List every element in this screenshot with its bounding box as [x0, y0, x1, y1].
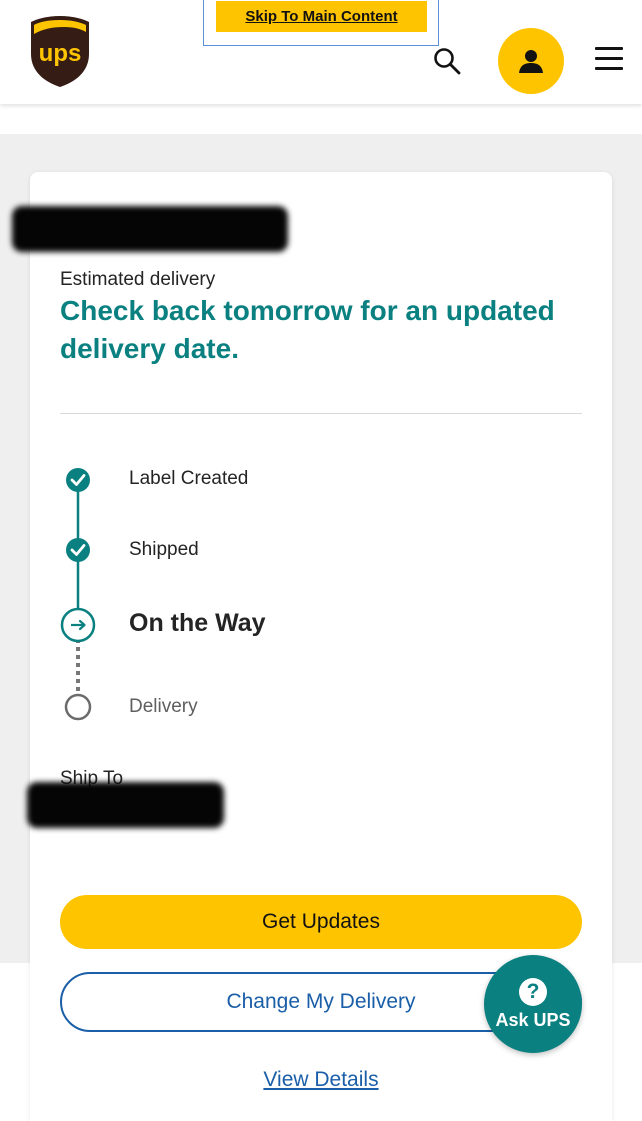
redacted-tracking-number	[12, 206, 288, 252]
ask-ups-label: Ask UPS	[495, 1009, 571, 1030]
get-updates-button[interactable]: Get Updates	[60, 895, 582, 949]
ups-logo[interactable]: ups	[29, 14, 91, 88]
estimated-delivery-label: Estimated delivery	[60, 269, 216, 290]
user-icon	[519, 50, 543, 73]
step-label-created: Label Created	[129, 468, 249, 489]
step-delivery: Delivery	[129, 696, 198, 717]
logo-wordmark: ups	[39, 40, 82, 67]
step-check-icon	[66, 468, 90, 492]
account-button[interactable]	[498, 28, 564, 94]
step-on-the-way: On the Way	[129, 609, 266, 637]
help-icon: ?	[519, 977, 547, 1006]
search-icon	[434, 48, 461, 75]
step-shipped: Shipped	[129, 539, 199, 560]
hamburger-menu-icon	[595, 47, 623, 70]
step-pending-icon	[64, 693, 92, 721]
view-details-link[interactable]: View Details	[30, 1068, 612, 1092]
ask-ups-button[interactable]: ? Ask UPS	[484, 955, 582, 1053]
menu-button[interactable]	[594, 44, 624, 74]
step-check-icon	[66, 538, 90, 562]
search-button[interactable]	[432, 46, 462, 76]
estimated-delivery-value: Check back tomorrow for an updated deliv…	[60, 295, 555, 364]
step-arrow-icon	[60, 607, 96, 643]
skip-to-main-content-link[interactable]: Skip To Main Content	[216, 1, 427, 32]
progress-timeline	[60, 468, 96, 721]
site-header: ups Skip To Main Content	[0, 0, 642, 104]
redacted-ship-to-address	[27, 782, 224, 828]
skip-link-container: Skip To Main Content	[203, 0, 439, 46]
divider	[60, 413, 582, 414]
